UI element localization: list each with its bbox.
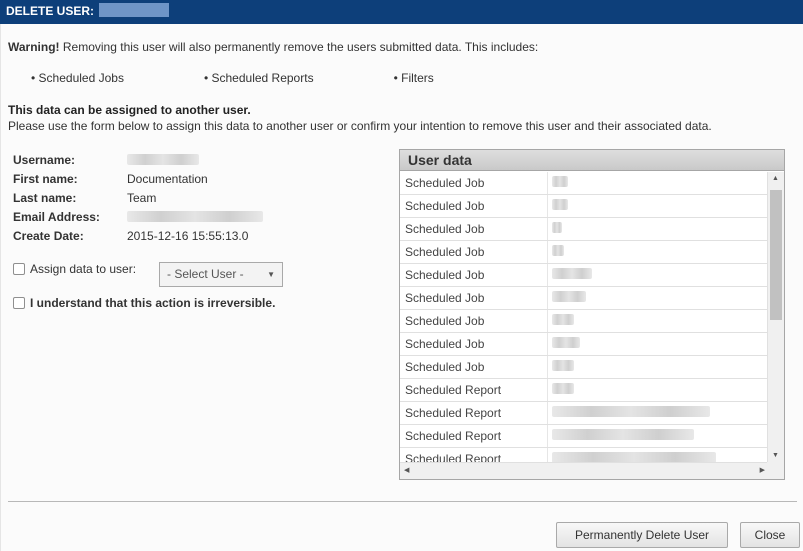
list-item[interactable]: Scheduled Job <box>400 241 769 264</box>
username-label: Username: <box>13 152 76 167</box>
assign-heading: This data can be assigned to another use… <box>8 103 251 117</box>
assign-data-label: Assign data to user: <box>30 262 137 276</box>
scroll-right-icon[interactable]: ▶ <box>760 466 765 474</box>
confirm-irreversible-checkbox[interactable] <box>13 297 25 309</box>
createdate-value: 2015-12-16 15:55:13.0 <box>127 228 249 243</box>
dialog-title: DELETE USER: <box>6 4 95 18</box>
info-row-username: Username: <box>13 150 263 169</box>
assign-data-checkbox[interactable] <box>13 263 25 275</box>
user-info: Username: First name: Documentation Last… <box>13 150 263 245</box>
horizontal-scrollbar[interactable]: ◀ ▶ <box>400 462 769 479</box>
assign-description: Please use the form below to assign this… <box>8 119 712 133</box>
permanently-delete-button[interactable]: Permanently Delete User <box>556 522 728 548</box>
list-item[interactable]: Scheduled Job <box>400 218 769 241</box>
includes-item-filters: • Filters <box>393 71 434 85</box>
info-row-createdate: Create Date: 2015-12-16 15:55:13.0 <box>13 226 263 245</box>
email-redacted <box>127 211 263 222</box>
list-item[interactable]: Scheduled Job <box>400 356 769 379</box>
list-item[interactable]: Scheduled Job <box>400 310 769 333</box>
username-redacted <box>127 154 199 165</box>
list-item[interactable]: Scheduled Job <box>400 195 769 218</box>
info-row-firstname: First name: Documentation <box>13 169 263 188</box>
scroll-left-icon[interactable]: ◀ <box>404 466 409 474</box>
confirm-irreversible-label: I understand that this action is irrever… <box>30 296 276 310</box>
info-row-email: Email Address: <box>13 207 263 226</box>
warning-text: Removing this user will also permanently… <box>59 40 539 54</box>
delete-user-dialog: Warning! Removing this user will also pe… <box>0 24 803 551</box>
info-row-lastname: Last name: Team <box>13 188 263 207</box>
close-button[interactable]: Close <box>740 522 800 548</box>
confirm-irreversible-option: I understand that this action is irrever… <box>13 296 275 310</box>
list-item[interactable]: Scheduled Report <box>400 402 769 425</box>
list-item[interactable]: Scheduled Report <box>400 425 769 448</box>
user-select-value: - Select User - <box>167 267 244 281</box>
user-data-title: User data <box>400 150 784 171</box>
chevron-down-icon: ▼ <box>267 270 275 279</box>
firstname-value: Documentation <box>127 171 208 186</box>
list-item[interactable]: Scheduled Job <box>400 333 769 356</box>
scrollbar-thumb[interactable] <box>770 190 782 320</box>
firstname-label: First name: <box>13 171 78 186</box>
list-item[interactable]: Scheduled Job <box>400 172 769 195</box>
redacted-username <box>99 3 170 17</box>
dialog-titlebar: DELETE USER: <box>0 0 803 24</box>
email-label: Email Address: <box>13 209 100 224</box>
lastname-label: Last name: <box>13 190 77 205</box>
createdate-label: Create Date: <box>13 228 84 243</box>
list-item[interactable]: Scheduled Report <box>400 379 769 402</box>
scroll-down-icon[interactable]: ▼ <box>772 452 779 459</box>
footer-divider <box>8 501 797 502</box>
warning-message: Warning! Removing this user will also pe… <box>8 40 538 54</box>
includes-list: • Scheduled Jobs • Scheduled Reports • F… <box>31 71 514 85</box>
includes-item-jobs: • Scheduled Jobs <box>31 71 124 85</box>
user-data-panel: User data Scheduled Job Scheduled Job Sc… <box>399 149 785 480</box>
scroll-up-icon[interactable]: ▲ <box>772 175 779 182</box>
assign-data-option: Assign data to user: <box>13 262 136 276</box>
list-item[interactable]: Scheduled Job <box>400 264 769 287</box>
list-item[interactable]: Scheduled Job <box>400 287 769 310</box>
scrollbar-corner <box>767 462 784 479</box>
user-select[interactable]: - Select User - ▼ <box>159 262 283 287</box>
lastname-value: Team <box>127 190 157 205</box>
includes-item-reports: • Scheduled Reports <box>203 71 314 85</box>
vertical-scrollbar[interactable]: ▲ ▼ <box>767 172 784 462</box>
user-data-list: Scheduled Job Scheduled Job Scheduled Jo… <box>400 172 769 471</box>
warning-label: Warning! <box>8 40 60 54</box>
